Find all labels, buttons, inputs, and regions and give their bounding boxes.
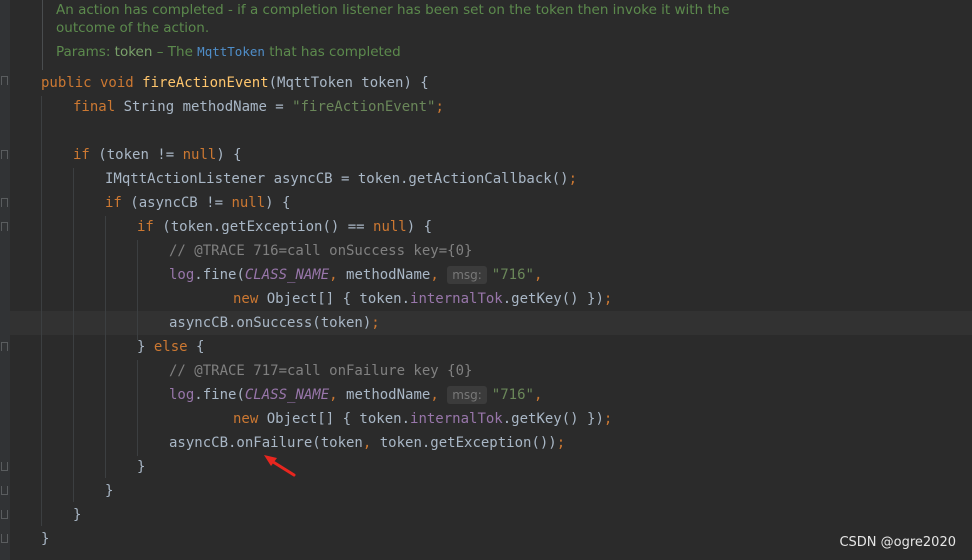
- fold-marker-icon[interactable]: [1, 486, 8, 495]
- code-line: new Object[] { token.internalTok.getKey(…: [233, 291, 613, 307]
- fold-marker-icon[interactable]: [1, 76, 8, 85]
- parameter-hint: msg:: [447, 266, 487, 284]
- mqtt-token-link[interactable]: MqttToken: [197, 44, 265, 59]
- indent-guide: [105, 216, 106, 478]
- code-line: }: [41, 531, 50, 547]
- code-comment: // @TRACE 717=call onFailure key {0}: [169, 363, 473, 379]
- fold-marker-icon[interactable]: [1, 342, 8, 351]
- code-line: asyncCB.onFailure(token, token.getExcept…: [169, 435, 566, 451]
- fold-marker-icon[interactable]: [1, 462, 8, 471]
- doc-text: An action has completed - if a completio…: [56, 2, 730, 18]
- red-arrow-annotation-icon: [264, 455, 296, 477]
- code-line: }: [105, 483, 114, 499]
- indent-guide: [41, 96, 42, 526]
- code-line: public void fireActionEvent(MqttToken to…: [41, 75, 429, 91]
- indent-guide: [137, 240, 138, 340]
- code-line: if (token != null) {: [73, 147, 242, 163]
- code-line: }: [73, 507, 82, 523]
- fold-marker-icon[interactable]: [1, 198, 8, 207]
- doc-params: Params: token – The MqttToken that has c…: [56, 44, 401, 60]
- editor-gutter: [0, 0, 10, 560]
- indent-guide: [137, 360, 138, 456]
- code-line: log.fine(CLASS_NAME, methodName, msg: "71…: [169, 266, 543, 284]
- fold-marker-icon[interactable]: [1, 222, 8, 231]
- javadoc-comment: An action has completed - if a completio…: [42, 0, 972, 70]
- code-line: if (token.getException() == null) {: [137, 219, 433, 235]
- watermark: CSDN @ogre2020: [839, 535, 956, 550]
- code-line: IMqttActionListener asyncCB = token.getA…: [105, 171, 578, 187]
- fold-marker-icon[interactable]: [1, 534, 8, 543]
- code-line: if (asyncCB != null) {: [105, 195, 291, 211]
- current-line-highlight: [10, 311, 972, 335]
- code-line: } else {: [137, 339, 205, 355]
- doc-text: outcome of the action.: [56, 20, 210, 36]
- code-line: new Object[] { token.internalTok.getKey(…: [233, 411, 613, 427]
- indent-guide: [73, 168, 74, 502]
- parameter-hint: msg:: [447, 386, 487, 404]
- code-line: final String methodName = "fireActionEve…: [73, 99, 444, 115]
- code-line: asyncCB.onSuccess(token);: [169, 315, 380, 331]
- fold-marker-icon[interactable]: [1, 150, 8, 159]
- code-comment: // @TRACE 716=call onSuccess key={0}: [169, 243, 473, 259]
- code-line: log.fine(CLASS_NAME, methodName, msg: "71…: [169, 386, 543, 404]
- fold-marker-icon[interactable]: [1, 510, 8, 519]
- code-line: }: [137, 459, 146, 475]
